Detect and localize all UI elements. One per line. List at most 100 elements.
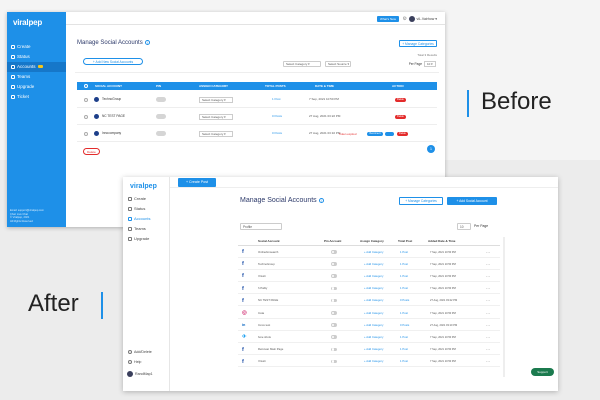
post-count-link[interactable]: 1 Post: [272, 97, 281, 102]
sidebar-item-teams[interactable]: Teams: [126, 224, 150, 234]
delete-button[interactable]: Delete: [395, 114, 406, 119]
add-social-account-button[interactable]: + Add Social Account: [447, 197, 497, 205]
pin-toggle[interactable]: [331, 347, 337, 352]
add-category-link[interactable]: + Add Category: [364, 274, 383, 279]
more-options-icon[interactable]: ···: [486, 323, 490, 328]
facebook-icon: [94, 114, 99, 119]
add-category-link[interactable]: + Add Category: [364, 323, 383, 328]
per-page-select[interactable]: 10 ▾: [424, 61, 436, 67]
category-select[interactable]: Select Category ▾: [199, 96, 233, 103]
sidebar-item-ticket[interactable]: Ticket: [7, 92, 66, 102]
more-options-icon[interactable]: ···: [486, 274, 490, 279]
manage-categories-button[interactable]: + Manage Categories: [399, 40, 437, 47]
pin-toggle[interactable]: [331, 359, 337, 364]
more-options-icon[interactable]: ···: [486, 286, 490, 291]
manage-categories-button[interactable]: + Manage Categories: [399, 197, 443, 205]
pin-toggle[interactable]: [331, 335, 337, 339]
post-count-link[interactable]: 0 Posts: [272, 114, 282, 119]
info-icon[interactable]: i: [318, 197, 324, 203]
row-checkbox[interactable]: [84, 132, 88, 136]
pin-toggle[interactable]: [331, 298, 337, 303]
support-button[interactable]: Support: [531, 368, 554, 376]
avatar[interactable]: [409, 16, 415, 22]
table-row: f Vriusli + Add Category 1 Post 7 Sep, 2021 …: [238, 357, 500, 368]
sidebar-item-upgrade[interactable]: Upgrade: [7, 82, 66, 92]
add-new-social-accounts-button[interactable]: + Add New Social Accounts: [83, 58, 143, 65]
post-count-link[interactable]: 1 Post: [400, 359, 408, 364]
row-checkbox[interactable]: [84, 98, 88, 102]
more-options-icon[interactable]: ···: [486, 311, 490, 316]
whats-new-button[interactable]: What's New: [377, 16, 399, 22]
col-assign-category: ASSIGN CATEGORY: [199, 84, 229, 88]
pin-toggle[interactable]: [156, 114, 166, 119]
sidebar-item-label: Teams: [134, 226, 146, 231]
select-source-dropdown[interactable]: Select Source ▾: [325, 61, 351, 67]
create-post-button[interactable]: + Create Post: [178, 178, 216, 187]
reconnect-alt-button[interactable]: [385, 131, 394, 136]
more-options-icon[interactable]: ···: [486, 347, 490, 352]
select-all-checkbox[interactable]: [84, 84, 88, 88]
add-category-link[interactable]: + Add Category: [364, 262, 383, 267]
post-count-link[interactable]: 1 Post: [400, 311, 408, 316]
pagination-page[interactable]: 1: [427, 145, 435, 153]
select-category-dropdown[interactable]: Select Category ▾: [283, 61, 321, 67]
more-options-icon[interactable]: ···: [486, 262, 490, 267]
pin-toggle[interactable]: [331, 250, 337, 254]
pin-toggle[interactable]: [331, 262, 337, 266]
post-count-link[interactable]: 1 Post: [400, 250, 408, 255]
add-category-link[interactable]: + Add Category: [364, 250, 383, 255]
upgrade-icon: [128, 237, 132, 241]
sidebar-item-status[interactable]: Status: [126, 204, 150, 214]
delete-button[interactable]: Delete: [397, 131, 408, 136]
sidebar-item-label: Upgrade: [134, 236, 150, 241]
add-category-link[interactable]: + Add Category: [364, 286, 383, 291]
post-count-link[interactable]: 1 Post: [400, 274, 408, 279]
profile-filter-dropdown[interactable]: Profile: [240, 223, 282, 230]
add-category-link[interactable]: + Add Category: [364, 335, 383, 340]
sidebar-item-accounts[interactable]: Accounts: [7, 62, 66, 72]
create-icon: [11, 45, 15, 49]
more-options-icon[interactable]: ···: [486, 335, 490, 340]
post-count-link[interactable]: 0 Posts: [400, 323, 409, 328]
bulk-delete-button[interactable]: Delete: [83, 148, 100, 155]
more-options-icon[interactable]: ···: [486, 250, 490, 255]
user-menu[interactable]: viL.Vairhow ▾: [416, 16, 437, 22]
sidebar-item-upgrade[interactable]: Upgrade: [126, 234, 150, 244]
sidebar-item-create[interactable]: Create: [7, 42, 66, 52]
add-category-link[interactable]: + Add Category: [364, 347, 383, 352]
info-icon[interactable]: i: [144, 40, 150, 45]
sidebar-item-create[interactable]: Create: [126, 194, 150, 204]
pin-toggle[interactable]: [156, 131, 166, 136]
sidebar-item-help[interactable]: Help: [126, 357, 152, 367]
more-options-icon[interactable]: ···: [486, 359, 490, 364]
post-count-link[interactable]: 0 Posts: [272, 131, 282, 136]
sidebar-item-add-delete[interactable]: Add/Delete: [126, 347, 152, 357]
add-category-link[interactable]: + Add Category: [364, 359, 383, 364]
user-profile[interactable]: RandMap1: [126, 370, 153, 378]
pin-toggle[interactable]: [331, 311, 337, 315]
pin-toggle[interactable]: [331, 274, 337, 278]
sidebar-item-accounts[interactable]: Accounts: [126, 214, 150, 224]
post-count-link[interactable]: 1 Post: [400, 262, 408, 267]
post-count-link[interactable]: 1 Post: [400, 347, 408, 352]
add-category-link[interactable]: + Add Category: [364, 311, 383, 316]
post-count-link[interactable]: 1 Post: [400, 286, 408, 291]
post-count-link[interactable]: 1 Post: [400, 335, 408, 340]
pin-toggle[interactable]: [156, 97, 166, 102]
row-checkbox[interactable]: [84, 115, 88, 119]
reconnect-button[interactable]: Reconnect: [367, 131, 383, 136]
scrollbar[interactable]: [503, 237, 505, 377]
delete-button[interactable]: Delete: [395, 97, 406, 102]
add-category-link[interactable]: + Add Category: [364, 298, 383, 303]
pin-toggle[interactable]: [331, 323, 337, 327]
category-select[interactable]: Select Category ▾: [199, 130, 233, 137]
post-count-link[interactable]: 0 Posts: [400, 298, 409, 303]
col-pin: PIN: [156, 84, 162, 88]
more-options-icon[interactable]: ···: [486, 298, 490, 303]
pin-toggle[interactable]: [331, 286, 337, 291]
per-page-select[interactable]: 10: [457, 223, 471, 230]
bell-icon[interactable]: ⚙: [403, 16, 407, 22]
sidebar-item-teams[interactable]: Teams: [7, 72, 66, 82]
category-select[interactable]: Select Category ▾: [199, 113, 233, 120]
sidebar-item-status[interactable]: Status: [7, 52, 66, 62]
